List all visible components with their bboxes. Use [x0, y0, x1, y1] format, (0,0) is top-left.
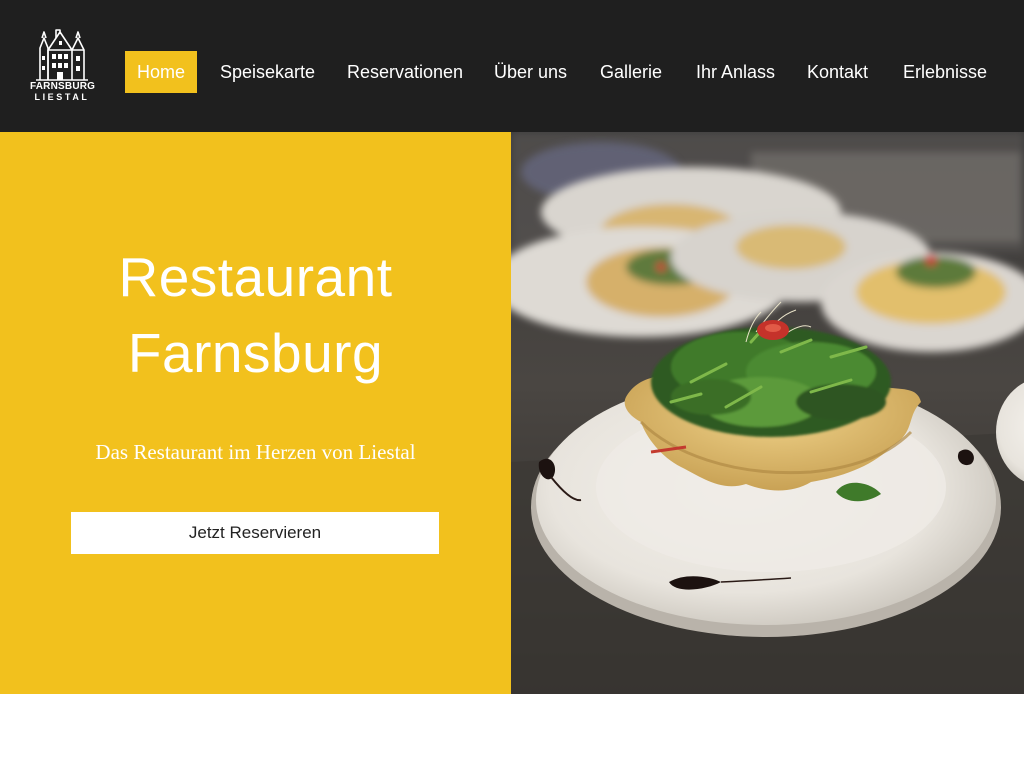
- nav-item-gallerie[interactable]: Gallerie: [600, 51, 662, 93]
- hero-title-line2: Farnsburg: [127, 322, 384, 384]
- salad-plate-image: [511, 132, 1024, 694]
- nav-item-home[interactable]: Home: [125, 51, 198, 93]
- hero-subtitle: Das Restaurant im Herzen von Liestal: [95, 440, 416, 464]
- nav-item-ueber-uns[interactable]: Über uns: [494, 51, 567, 93]
- castle-building-icon: [36, 29, 88, 81]
- nav-item-kontakt[interactable]: Kontakt: [807, 51, 868, 93]
- hero-photo: [511, 132, 1024, 694]
- hero-title-line1: Restaurant: [118, 246, 393, 308]
- nav-item-erlebnisse[interactable]: Erlebnisse: [903, 51, 987, 93]
- site-header: FARNSBURG LIESTAL Home Speisekarte Reser…: [0, 0, 1024, 132]
- reserve-now-button[interactable]: Jetzt Reservieren: [71, 512, 439, 554]
- hero-panel: Restaurant Farnsburg Das Restaurant im H…: [0, 132, 511, 694]
- nav-item-speisekarte[interactable]: Speisekarte: [220, 51, 315, 93]
- nav-item-ihr-anlass[interactable]: Ihr Anlass: [696, 51, 775, 93]
- logo-wordmark: FARNSBURG: [30, 81, 96, 92]
- logo-location: LIESTAL: [34, 92, 90, 102]
- farnsburg-logo[interactable]: FARNSBURG LIESTAL: [30, 26, 96, 104]
- nav-item-reservationen[interactable]: Reservationen: [347, 51, 463, 93]
